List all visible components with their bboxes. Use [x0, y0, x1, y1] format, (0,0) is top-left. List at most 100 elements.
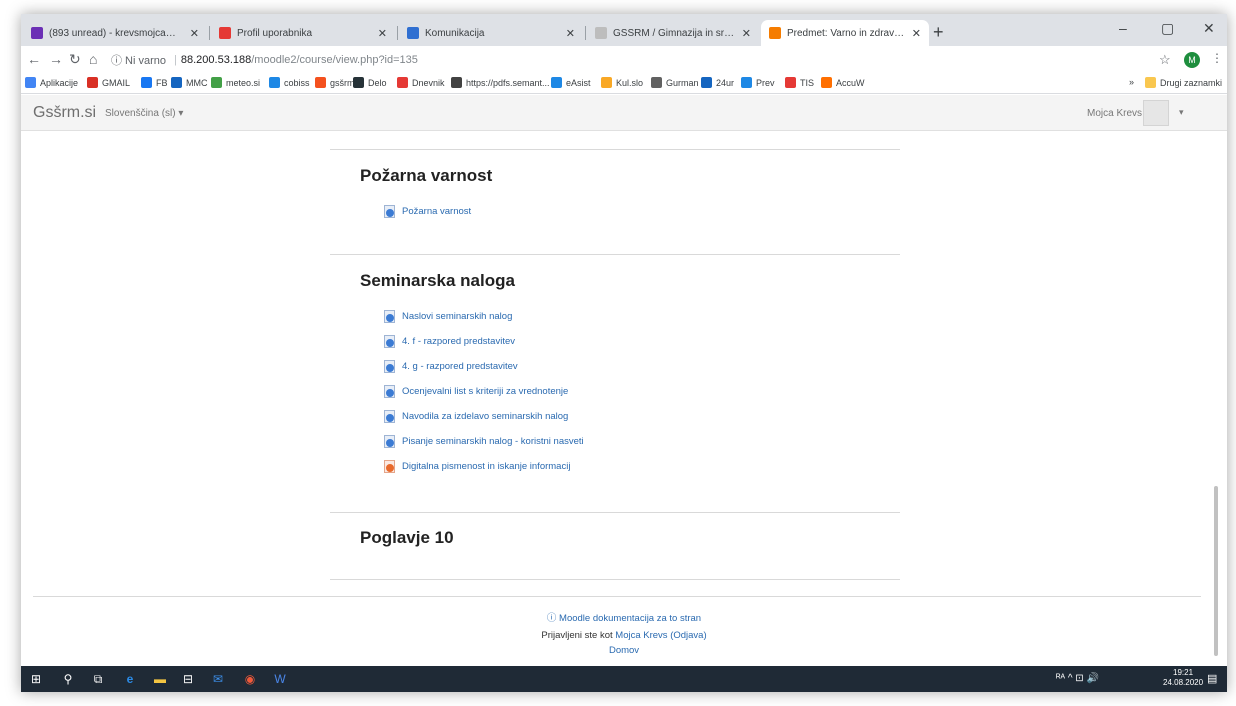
profile-avatar[interactable]: M [1184, 52, 1200, 68]
dnevnik-icon [397, 77, 408, 88]
mail-app-icon[interactable]: ✉ [211, 672, 225, 686]
activity-link[interactable]: Požarna varnost [383, 205, 471, 218]
url-resource-icon [383, 360, 396, 373]
activity-link[interactable]: 4. g - razpored predstavitev [383, 360, 518, 373]
bookmark-delo[interactable]: Delo [353, 77, 387, 88]
activity-link[interactable]: Ocenjevalni list s kriteriji za vrednote… [383, 385, 568, 398]
profile-link[interactable]: Mojca Krevs [615, 630, 667, 641]
store-icon[interactable]: ⊟ [181, 672, 195, 686]
bookmark-accuw[interactable]: AccuW [821, 77, 865, 88]
close-icon[interactable]: ✕ [742, 27, 751, 40]
bookmark-label: 24ur [716, 77, 735, 88]
url-resource-icon [383, 205, 396, 218]
activity-link[interactable]: Digitalna pismenost in iskanje informaci… [383, 460, 570, 473]
tab-communication[interactable]: Komunikacija ✕ [399, 20, 583, 46]
file-explorer-icon[interactable]: ▬ [153, 672, 167, 686]
bookmark-label: https://pdfs.semant... [466, 77, 550, 88]
bookmark-gs-rm[interactable]: gsšrm [315, 77, 355, 88]
clock[interactable]: 19:21 24.08.2020 [1163, 668, 1203, 688]
close-icon[interactable]: ✕ [190, 27, 199, 40]
user-avatar[interactable] [1143, 100, 1169, 126]
moodle-icon [769, 27, 781, 39]
address-bar[interactable]: ⓘ Ni varno | 88.200.53.188 /moodle2/cour… [111, 49, 1151, 71]
home-link[interactable]: Domov [609, 645, 639, 656]
tab-profile[interactable]: Profil uporabnika ✕ [211, 20, 395, 46]
bookmark-dnevnik[interactable]: Dnevnik [397, 77, 445, 88]
bookmark-cobiss[interactable]: cobiss [269, 77, 310, 88]
url-resource-icon [383, 435, 396, 448]
bookmark-24ur[interactable]: 24ur [701, 77, 734, 88]
menu-icon[interactable]: ⋮ [1211, 51, 1223, 65]
section-divider [330, 149, 900, 150]
moodle-docs-link[interactable]: ⓘ Moodle dokumentacija za to stran [547, 613, 701, 624]
other-bookmarks-folder[interactable]: Drugi zaznamki [1145, 77, 1222, 88]
bookmark-mmc[interactable]: MMC [171, 77, 208, 88]
communication-icon [407, 27, 419, 39]
bookmark-aplikacije[interactable]: Aplikacije [25, 77, 78, 88]
user-menu-caret[interactable]: ▾ [1179, 107, 1184, 118]
bookmark-fb[interactable]: FB [141, 77, 168, 88]
close-icon[interactable]: ✕ [566, 27, 575, 40]
bookmark-tis[interactable]: TIS [785, 77, 814, 88]
forward-arrow-icon[interactable]: → [49, 51, 63, 67]
activity-label: Naslovi seminarskih nalog [402, 311, 513, 322]
meteo-icon [211, 77, 222, 88]
maximize-button[interactable]: ▢ [1161, 20, 1174, 37]
section-divider [330, 579, 900, 580]
bookmark-label: FB [156, 77, 168, 88]
activity-link[interactable]: 4. f - razpored predstavitev [383, 335, 515, 348]
tab-gssrm[interactable]: GSSRM / Gimnazija in srednja šo ✕ [587, 20, 759, 46]
not-secure-indicator[interactable]: ⓘ Ni varno [111, 52, 166, 68]
folder-icon [1145, 77, 1156, 88]
bookmark-label: TIS [800, 77, 815, 88]
cobiss-icon [269, 77, 280, 88]
bookmarks-overflow-button[interactable]: » [1129, 77, 1134, 87]
word-icon[interactable]: W [273, 672, 287, 686]
bookmark-kul-slo[interactable]: Kul.slo [601, 77, 643, 88]
activity-label: Ocenjevalni list s kriteriji za vrednote… [402, 386, 569, 397]
bookmark-label: Kul.slo [616, 77, 644, 88]
system-tray[interactable]: ᴿᴬ ^ ⊡ 🔊 [1056, 673, 1099, 684]
url-host: 88.200.53.188 [180, 54, 252, 66]
tab-divider [209, 26, 210, 40]
minimize-button[interactable]: – [1119, 20, 1127, 36]
bookmark-star-icon[interactable]: ☆ [1159, 52, 1171, 68]
tab-label: GSSRM / Gimnazija in srednja šo [613, 27, 736, 39]
user-name[interactable]: Mojca Krevs [1087, 108, 1142, 119]
tab-label: (893 unread) - krevsmojca@yah [49, 27, 184, 39]
bookmark-gmail[interactable]: GMAIL [87, 77, 130, 88]
windows-taskbar: ⊞ ⚲ ⧉ e ▬ ⊟ ✉ ◉ W ᴿᴬ ^ ⊡ 🔊 19:21 24.08.2… [21, 666, 1227, 692]
bookmark-meteo-si[interactable]: meteo.si [211, 77, 260, 88]
edge-icon[interactable]: e [123, 672, 137, 686]
close-icon[interactable]: ✕ [378, 27, 387, 40]
bookmark-label: gsšrm [330, 77, 355, 88]
home-icon[interactable]: ⌂ [89, 51, 97, 67]
site-brand[interactable]: Gsšrm.si [33, 104, 96, 122]
close-window-button[interactable]: ✕ [1203, 20, 1215, 37]
bookmark-https-pdfs-semant[interactable]: https://pdfs.semant... [451, 77, 550, 88]
notification-icon[interactable]: ▤ [1207, 672, 1217, 685]
reload-icon[interactable]: ↻ [69, 51, 81, 68]
activity-link[interactable]: Navodila za izdelavo seminarskih nalog [383, 410, 568, 423]
close-icon[interactable]: ✕ [912, 27, 921, 40]
url-resource-icon [383, 410, 396, 423]
activity-link[interactable]: Naslovi seminarskih nalog [383, 310, 512, 323]
language-menu[interactable]: Slovenščina (sl) ▾ [105, 108, 183, 119]
bookmark-prev[interactable]: Prev [741, 77, 775, 88]
bookmark-label: AccuW [836, 77, 865, 88]
windows-start-icon[interactable]: ⊞ [29, 672, 43, 686]
url-resource-icon [383, 310, 396, 323]
tab-mail[interactable]: (893 unread) - krevsmojca@yah ✕ [23, 20, 207, 46]
tab-course-active[interactable]: Predmet: Varno in zdravo okolje ✕ [761, 20, 929, 46]
back-arrow-icon[interactable]: ← [27, 51, 41, 67]
task-view-icon[interactable]: ⧉ [91, 672, 105, 686]
url-path: /moodle2/course/view.php?id=135 [251, 54, 418, 66]
search-icon[interactable]: ⚲ [61, 672, 75, 686]
new-tab-button[interactable]: + [933, 22, 944, 43]
activity-link[interactable]: Pisanje seminarskih nalog - koristni nas… [383, 435, 584, 448]
bookmark-easist[interactable]: eAsist [551, 77, 591, 88]
logged-in-prefix: Prijavljeni ste kot [541, 630, 613, 641]
bookmark-gurman[interactable]: Gurman [651, 77, 699, 88]
chrome-icon[interactable]: ◉ [243, 672, 257, 686]
logout-link[interactable]: (Odjava) [670, 630, 706, 641]
